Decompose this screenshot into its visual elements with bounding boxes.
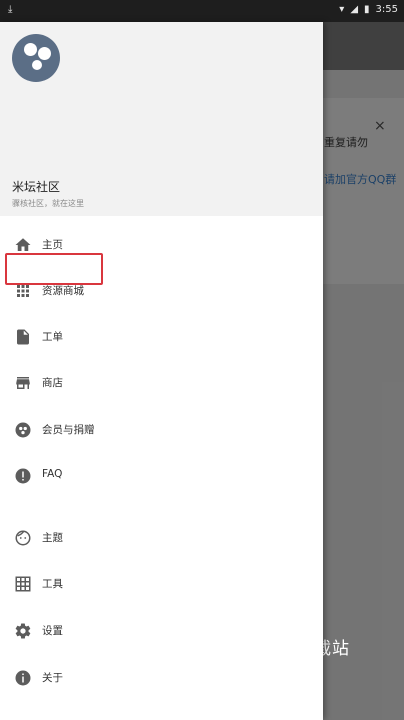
menu-item-membership-donation[interactable]: 会员与捐赠 [0,410,323,450]
home-icon [14,236,32,254]
menu-item-theme[interactable]: 主题 [0,518,323,558]
menu-item-ticket[interactable]: 工单 [0,317,323,357]
status-time: 3:55 [375,4,398,15]
menu-item-settings[interactable]: 设置 [0,611,323,651]
menu-item-label: 主题 [42,532,63,544]
document-icon [14,328,32,346]
menu-item-about[interactable]: 关于 [0,658,323,698]
menu-item-label: 资源商城 [42,285,84,297]
table-grid-icon [14,575,32,593]
status-bar: ⤓ ▾ ◢ ▮ 3:55 [0,0,404,22]
menu-item-label: 主页 [42,239,63,251]
info-icon [14,669,32,687]
menu-item-label: 商店 [42,377,63,389]
app-tagline: 骤核社区，就在这里 [12,199,84,208]
face-icon [14,529,32,547]
navigation-drawer: 米坛社区 骤核社区，就在这里 主页 资源商城 工单 商店 会员与捐赠 FAQ 主… [0,22,323,720]
wifi-icon: ▾ [339,4,345,15]
gear-icon [14,622,32,640]
donate-icon [14,421,32,439]
signal-icon: ◢ [350,4,359,15]
highlight-box [5,253,103,285]
app-name: 米坛社区 [12,180,61,194]
menu-item-label: 工单 [42,331,63,343]
menu-item-tools[interactable]: 工具 [0,564,323,604]
menu-item-label: FAQ [42,468,63,480]
menu-item-label: 关于 [42,672,63,684]
download-icon: ⤓ [8,4,13,15]
battery-icon: ▮ [364,4,370,15]
menu-item-faq[interactable]: FAQ [0,456,323,496]
info-exclamation-icon [14,467,32,485]
menu-item-store[interactable]: 商店 [0,363,323,403]
drawer-header: 米坛社区 骤核社区，就在这里 [0,22,323,216]
menu-item-label: 设置 [42,625,63,637]
store-icon [14,374,32,392]
app-logo[interactable] [12,34,60,82]
menu-item-label: 工具 [42,578,63,590]
menu-item-label: 会员与捐赠 [42,424,95,436]
